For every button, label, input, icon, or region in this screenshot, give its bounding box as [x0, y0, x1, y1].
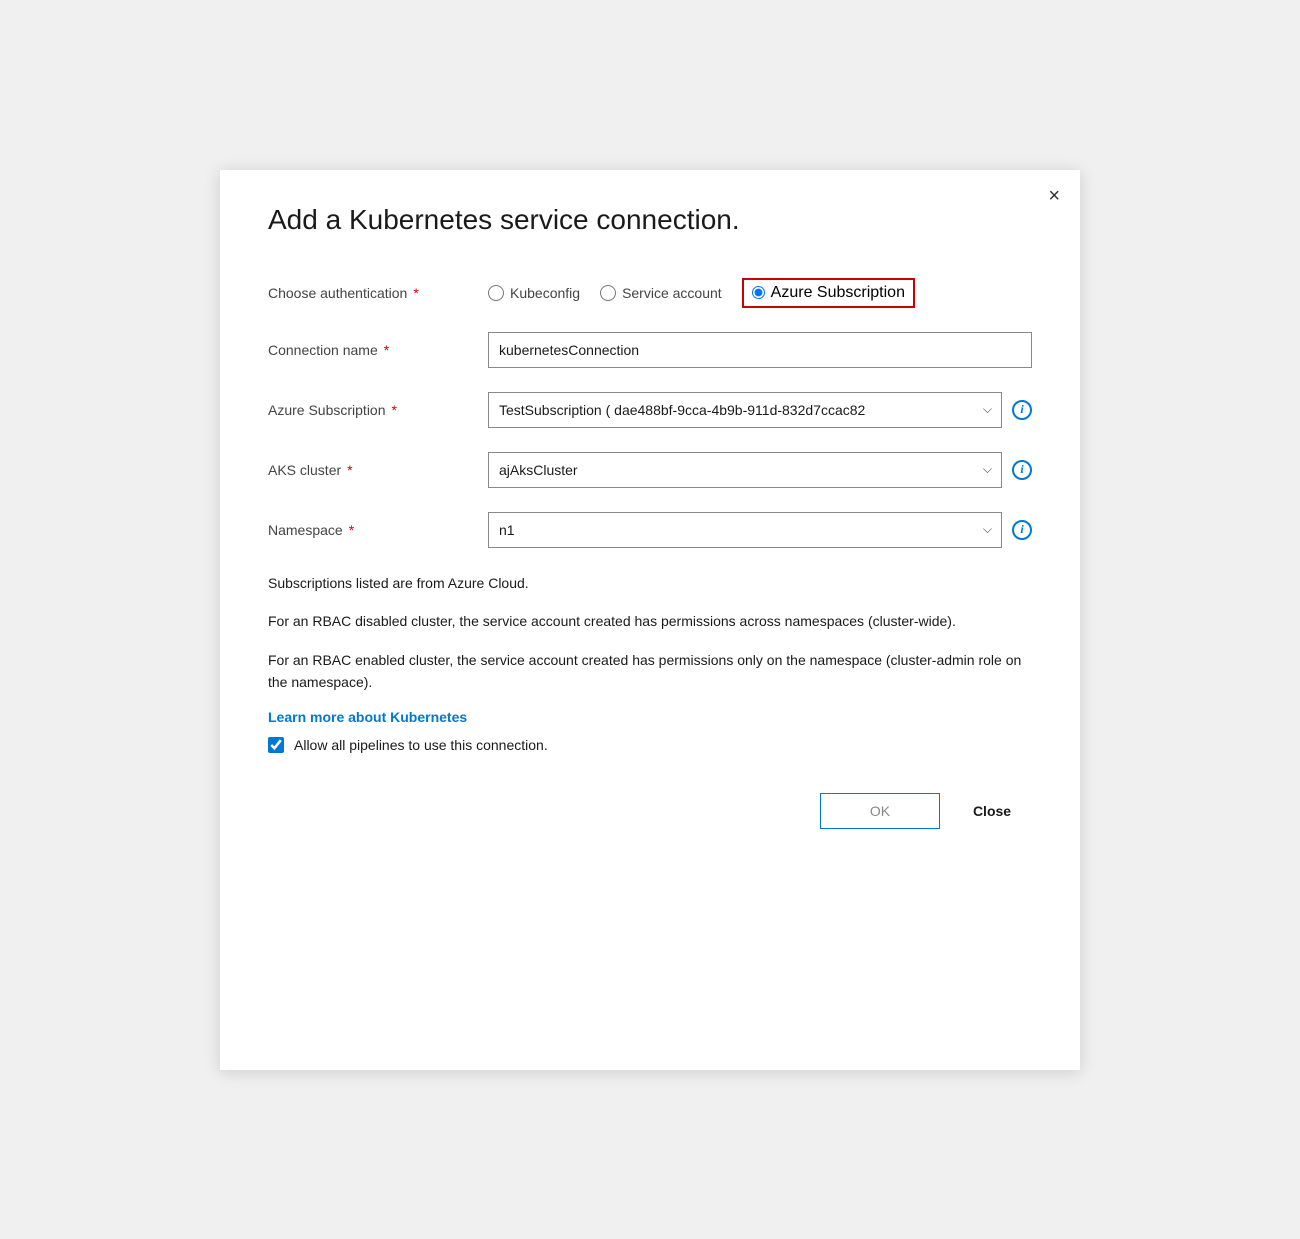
aks-cluster-area: ajAksCluster ⌵ i	[488, 452, 1032, 488]
aks-cluster-select-wrapper: ajAksCluster ⌵	[488, 452, 1002, 488]
radio-kubeconfig-label: Kubeconfig	[510, 285, 580, 301]
connection-name-required-star: *	[384, 342, 389, 358]
radio-kubeconfig-input[interactable]	[488, 285, 504, 301]
aks-cluster-label: AKS cluster *	[268, 462, 488, 478]
radio-azure-subscription-input[interactable]	[752, 286, 765, 299]
aks-cluster-required-star: *	[347, 462, 352, 478]
radio-service-account-label: Service account	[622, 285, 722, 301]
dialog-container: × Add a Kubernetes service connection. C…	[220, 170, 1080, 1070]
azure-subscription-area: TestSubscription ( dae488bf-9cca-4b9b-91…	[488, 392, 1032, 428]
azure-subscription-required-star: *	[392, 402, 397, 418]
connection-name-area	[488, 332, 1032, 368]
aks-cluster-select[interactable]: ajAksCluster	[488, 452, 1002, 488]
auth-options-area: Kubeconfig Service account Azure Subscri…	[488, 278, 1032, 308]
aks-cluster-row: AKS cluster * ajAksCluster ⌵ i	[268, 452, 1032, 488]
radio-group: Kubeconfig Service account Azure Subscri…	[488, 278, 915, 308]
azure-subscription-label: Azure Subscription *	[268, 402, 488, 418]
radio-azure-subscription-label: Azure Subscription	[771, 284, 905, 302]
close-icon[interactable]: ×	[1048, 186, 1060, 206]
auth-required-star: *	[413, 285, 418, 301]
auth-label: Choose authentication *	[268, 285, 488, 301]
radio-azure-subscription-wrapper[interactable]: Azure Subscription	[742, 278, 915, 308]
ok-button[interactable]: OK	[820, 793, 940, 829]
namespace-required-star: *	[349, 522, 354, 538]
dialog-footer: OK Close	[268, 793, 1032, 829]
close-button[interactable]: Close	[952, 793, 1032, 829]
aks-cluster-info-icon[interactable]: i	[1012, 460, 1032, 480]
namespace-info-icon[interactable]: i	[1012, 520, 1032, 540]
info-section: Subscriptions listed are from Azure Clou…	[268, 572, 1032, 694]
allow-pipelines-checkbox[interactable]	[268, 737, 284, 753]
namespace-label: Namespace *	[268, 522, 488, 538]
namespace-area: n1 ⌵ i	[488, 512, 1032, 548]
connection-name-input[interactable]	[488, 332, 1032, 368]
radio-service-account[interactable]: Service account	[600, 285, 722, 301]
rbac-disabled-text: For an RBAC disabled cluster, the servic…	[268, 610, 1032, 632]
connection-name-label: Connection name *	[268, 342, 488, 358]
rbac-enabled-text: For an RBAC enabled cluster, the service…	[268, 649, 1032, 694]
learn-more-link[interactable]: Learn more about Kubernetes	[268, 709, 467, 725]
radio-kubeconfig[interactable]: Kubeconfig	[488, 285, 580, 301]
namespace-row: Namespace * n1 ⌵ i	[268, 512, 1032, 548]
form-section: Choose authentication * Kubeconfig Servi…	[268, 278, 1032, 548]
auth-row: Choose authentication * Kubeconfig Servi…	[268, 278, 1032, 308]
azure-subscription-select[interactable]: TestSubscription ( dae488bf-9cca-4b9b-91…	[488, 392, 1002, 428]
radio-service-account-input[interactable]	[600, 285, 616, 301]
connection-name-row: Connection name *	[268, 332, 1032, 368]
azure-subscription-info-icon[interactable]: i	[1012, 400, 1032, 420]
allow-pipelines-row: Allow all pipelines to use this connecti…	[268, 737, 1032, 753]
subscriptions-note: Subscriptions listed are from Azure Clou…	[268, 572, 1032, 594]
namespace-select-wrapper: n1 ⌵	[488, 512, 1002, 548]
dialog-title: Add a Kubernetes service connection.	[268, 202, 1032, 238]
namespace-select[interactable]: n1	[488, 512, 1002, 548]
azure-subscription-select-wrapper: TestSubscription ( dae488bf-9cca-4b9b-91…	[488, 392, 1002, 428]
allow-pipelines-label: Allow all pipelines to use this connecti…	[294, 737, 548, 753]
azure-subscription-row: Azure Subscription * TestSubscription ( …	[268, 392, 1032, 428]
